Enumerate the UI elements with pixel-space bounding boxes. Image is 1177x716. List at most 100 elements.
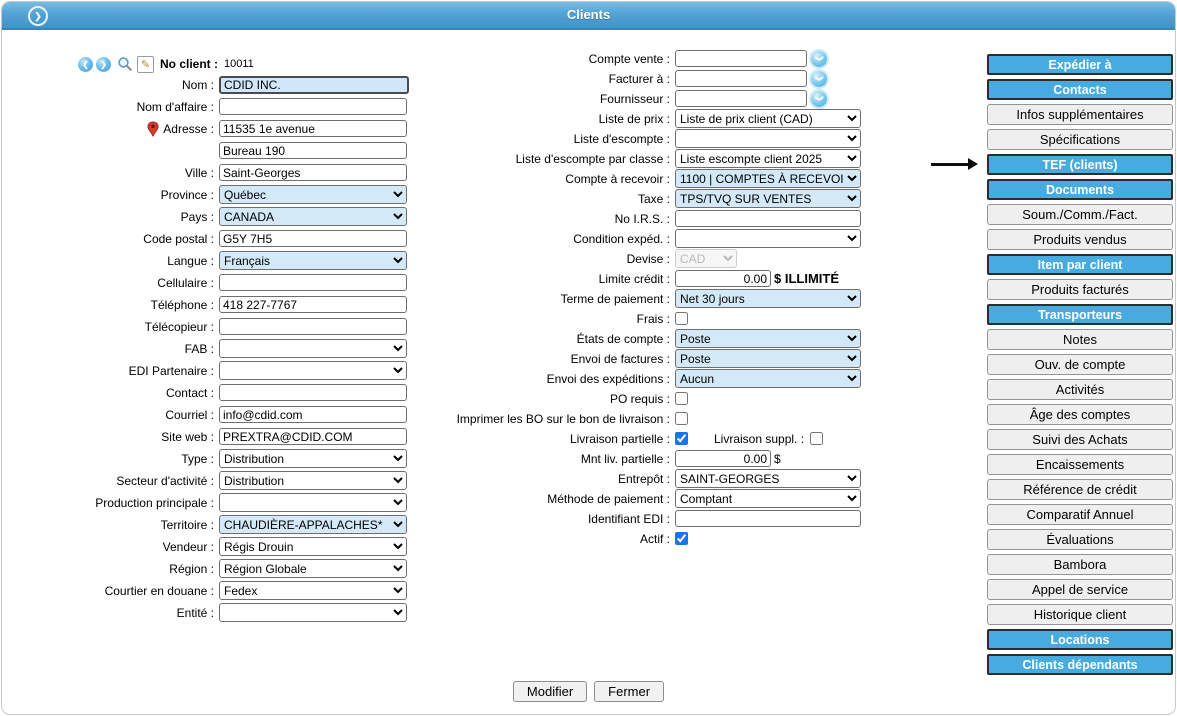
site-web-input[interactable] <box>219 428 407 445</box>
sidebar-item-appel-de-service[interactable]: Appel de service <box>987 579 1173 600</box>
field-label-text: Nom d'affaire : <box>137 100 214 114</box>
courriel-input[interactable] <box>219 406 407 423</box>
m-thode-de-paiement-select[interactable]: Comptant <box>675 489 861 508</box>
sidebar-item-soum-comm-fact[interactable]: Soum./Comm./Fact. <box>987 204 1173 225</box>
imprimer-les-bo-sur-le-bon-de-livraison-checkbox[interactable] <box>675 412 688 425</box>
tats-de-compte-select[interactable]: Poste <box>675 329 861 348</box>
map-pin-icon[interactable] <box>147 121 159 137</box>
sidebar-item-activit-s[interactable]: Activités <box>987 379 1173 400</box>
sidebar-item-valuations[interactable]: Évaluations <box>987 529 1173 550</box>
cellulaire-input[interactable] <box>219 274 407 291</box>
field-label-fournisseur: Fournisseur : <box>414 92 675 106</box>
fournisseur-picker-icon[interactable]: ❯ <box>811 91 827 107</box>
edi-partenaire-select[interactable] <box>219 361 407 380</box>
fournisseur-input[interactable] <box>675 90 807 107</box>
form-row-fournisseur: Fournisseur : ❯ <box>414 90 874 107</box>
nom-input[interactable] <box>219 76 409 94</box>
secteur-d-activit-select[interactable]: Distribution <box>219 471 407 490</box>
adresse-input[interactable] <box>219 120 407 137</box>
type-select[interactable]: Distribution <box>219 449 407 468</box>
livraison-suppl-checkbox[interactable] <box>810 432 823 445</box>
sidebar-item-bambora[interactable]: Bambora <box>987 554 1173 575</box>
territoire-select[interactable]: CHAUDIÈRE-APPALACHES* <box>219 515 407 534</box>
liste-d-escompte-par-classe-select[interactable]: Liste escompte client 2025 <box>675 149 861 168</box>
province-select[interactable]: Québec <box>219 185 407 204</box>
condition-exp-d-select[interactable] <box>675 229 861 248</box>
field-label-envoi-de-factures: Envoi de factures : <box>414 352 675 366</box>
ville-input[interactable] <box>219 164 407 181</box>
sidebar-item-notes[interactable]: Notes <box>987 329 1173 350</box>
sidebar-item-ouv-de-compte[interactable]: Ouv. de compte <box>987 354 1173 375</box>
field-control <box>219 230 414 247</box>
field-label-limite-cr-dit: Limite crédit : <box>414 272 675 286</box>
clients-window: ❯ Clients ❮ ❯ ✎ No client : 10011 Nom :N… <box>1 1 1176 715</box>
code-postal-input[interactable] <box>219 230 407 247</box>
sidebar-item-contacts[interactable]: Contacts <box>987 79 1173 100</box>
limite-cr-dit-input[interactable] <box>675 270 771 287</box>
sidebar-item-tef-clients[interactable]: TEF (clients) <box>987 154 1173 175</box>
facturer-picker-icon[interactable]: ❯ <box>811 71 827 87</box>
livraison-partielle-checkbox[interactable] <box>675 432 688 445</box>
mnt-liv-partielle-input[interactable] <box>675 450 771 467</box>
entit-select[interactable] <box>219 603 407 622</box>
frais-checkbox[interactable] <box>675 312 688 325</box>
sidebar-item-exp-dier[interactable]: Expédier à <box>987 54 1173 75</box>
sidebar-item-r-f-rence-de-cr-dit[interactable]: Référence de crédit <box>987 479 1173 500</box>
terme-de-paiement-select[interactable]: Net 30 jours <box>675 289 861 308</box>
t-l-phone-input[interactable] <box>219 296 407 313</box>
compte-recevoir-select[interactable]: 1100 | COMPTES À RECEVOI <box>675 169 861 188</box>
sidebar-item-item-par-client[interactable]: Item par client <box>987 254 1173 275</box>
sidebar-item-documents[interactable]: Documents <box>987 179 1173 200</box>
field-label-liste-d-escompte: Liste d'escompte : <box>414 132 675 146</box>
sidebar-item-produits-factur-s[interactable]: Produits facturés <box>987 279 1173 300</box>
courtier-en-douane-select[interactable]: Fedex <box>219 581 407 600</box>
compte-vente-picker-icon[interactable]: ❯ <box>811 51 827 67</box>
identifiant-edi-input[interactable] <box>675 510 861 527</box>
facturer-input[interactable] <box>675 70 807 87</box>
form-row-r-gion: Région :Région Globale <box>16 560 414 577</box>
fermer-button[interactable]: Fermer <box>594 681 664 702</box>
field-label-text: Cellulaire : <box>157 276 214 290</box>
previous-record-icon[interactable]: ❮ <box>78 57 93 72</box>
field-label-text: Condition expéd. : <box>573 232 670 246</box>
envoi-des-exp-ditions-select[interactable]: Aucun <box>675 369 861 388</box>
no-i-r-s-input[interactable] <box>675 210 861 227</box>
fab-select[interactable] <box>219 339 407 358</box>
next-record-icon[interactable]: ❯ <box>96 57 111 72</box>
edit-icon[interactable]: ✎ <box>137 56 154 73</box>
field-label-text: Production principale : <box>95 496 214 510</box>
production-principale-select[interactable] <box>219 493 407 512</box>
contact-input[interactable] <box>219 384 407 401</box>
field-control: Comptant <box>675 489 874 508</box>
search-icon[interactable] <box>117 56 133 72</box>
taxe-select[interactable]: TPS/TVQ SUR VENTES <box>675 189 861 208</box>
nom-d-affaire-input[interactable] <box>219 98 407 115</box>
sidebar-item-infos-suppl-mentaires[interactable]: Infos supplémentaires <box>987 104 1173 125</box>
envoi-de-factures-select[interactable]: Poste <box>675 349 861 368</box>
sidebar-item-ge-des-comptes[interactable]: Âge des comptes <box>987 404 1173 425</box>
langue-select[interactable]: Français <box>219 251 407 270</box>
field-input[interactable] <box>219 142 407 159</box>
field-label-text: Facturer à : <box>609 72 670 86</box>
liste-d-escompte-select[interactable] <box>675 129 861 148</box>
sidebar-item-produits-vendus[interactable]: Produits vendus <box>987 229 1173 250</box>
entrep-t-select[interactable]: SAINT-GEORGES <box>675 469 861 488</box>
liste-de-prix-select[interactable]: Liste de prix client (CAD) <box>675 109 861 128</box>
pays-select[interactable]: CANADA <box>219 207 407 226</box>
sidebar-item-sp-cifications[interactable]: Spécifications <box>987 129 1173 150</box>
sidebar-item-suivi-des-achats[interactable]: Suivi des Achats <box>987 429 1173 450</box>
po-requis-checkbox[interactable] <box>675 392 688 405</box>
t-l-copieur-input[interactable] <box>219 318 407 335</box>
sidebar-item-comparatif-annuel[interactable]: Comparatif Annuel <box>987 504 1173 525</box>
r-gion-select[interactable]: Région Globale <box>219 559 407 578</box>
sidebar-item-encaissements[interactable]: Encaissements <box>987 454 1173 475</box>
compte-vente-input[interactable] <box>675 50 807 67</box>
actif-checkbox[interactable] <box>675 532 688 545</box>
sidebar-item-transporteurs[interactable]: Transporteurs <box>987 304 1173 325</box>
sidebar-item-locations[interactable]: Locations <box>987 629 1173 650</box>
vendeur-select[interactable]: Régis Drouin <box>219 537 407 556</box>
form-row-ville: Ville : <box>16 164 414 181</box>
sidebar-item-clients-d-pendants[interactable]: Clients dépendants <box>987 654 1173 675</box>
sidebar-item-historique-client[interactable]: Historique client <box>987 604 1173 625</box>
modifier-button[interactable]: Modifier <box>513 681 587 702</box>
